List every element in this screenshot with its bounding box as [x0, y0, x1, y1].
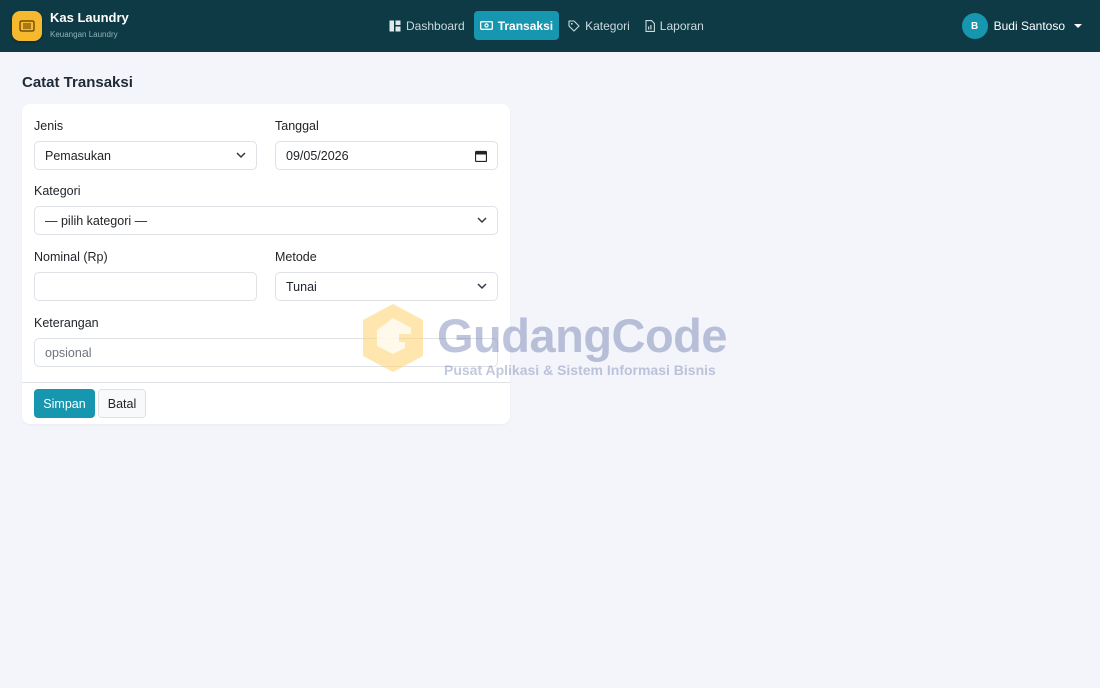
tanggal-label: Tanggal [275, 119, 319, 133]
keterangan-input[interactable]: opsional [34, 338, 498, 367]
chevron-down-icon [477, 217, 487, 224]
calendar-icon[interactable] [475, 150, 487, 162]
user-menu[interactable]: B Budi Santoso [961, 13, 1082, 39]
user-name: Budi Santoso [993, 19, 1065, 33]
tag-icon [568, 19, 580, 32]
kategori-select[interactable]: — pilih kategori — [34, 206, 498, 235]
nav-kategori[interactable]: Kategori [562, 11, 636, 40]
main-nav: Dashboard Transaksi Kategori Laporan [383, 11, 713, 40]
caret-down-icon [1074, 24, 1082, 28]
nominal-input[interactable] [34, 272, 257, 301]
avatar: B [961, 13, 988, 39]
jenis-label: Jenis [34, 119, 64, 133]
top-navbar: Kas Laundry Keuangan Laundry Dashboard T… [0, 0, 1100, 52]
report-icon [645, 19, 655, 32]
metode-label: Metode [275, 250, 317, 264]
keterangan-placeholder: opsional [45, 345, 92, 360]
keterangan-label: Keterangan [34, 316, 99, 330]
tanggal-value: 09/05/2026 [286, 148, 349, 163]
brand[interactable]: Kas Laundry Keuangan Laundry [12, 11, 129, 41]
kategori-value: — pilih kategori — [45, 213, 148, 228]
chevron-down-icon [477, 283, 487, 290]
nav-dashboard-label: Dashboard [406, 18, 465, 33]
nav-laporan[interactable]: Laporan [639, 11, 710, 40]
cancel-button[interactable]: Batal [98, 389, 146, 418]
nav-dashboard[interactable]: Dashboard [383, 11, 471, 40]
form-divider [22, 382, 510, 383]
nav-transaksi-label: Transaksi [497, 18, 554, 33]
jenis-select[interactable]: Pemasukan [34, 141, 257, 170]
brand-title: Kas Laundry [50, 10, 129, 25]
nav-laporan-label: Laporan [659, 18, 704, 33]
tanggal-input[interactable]: 09/05/2026 [275, 141, 498, 170]
metode-value: Tunai [286, 279, 317, 294]
brand-subtitle: Keuangan Laundry [50, 30, 118, 39]
chevron-down-icon [236, 152, 246, 159]
metode-select[interactable]: Tunai [275, 272, 498, 301]
laundry-logo-icon [12, 11, 42, 41]
jenis-value: Pemasukan [45, 148, 112, 163]
page-title: Catat Transaksi [22, 74, 133, 91]
nav-transaksi[interactable]: Transaksi [473, 11, 560, 40]
nav-kategori-label: Kategori [585, 18, 630, 33]
nominal-label: Nominal (Rp) [34, 250, 108, 264]
kategori-label: Kategori [34, 184, 81, 198]
transaction-form-card: Jenis Pemasukan Tanggal 09/05/2026 Kateg… [22, 104, 510, 424]
wallet-icon [479, 21, 493, 30]
dashboard-icon [389, 20, 401, 31]
save-button[interactable]: Simpan [34, 389, 95, 418]
